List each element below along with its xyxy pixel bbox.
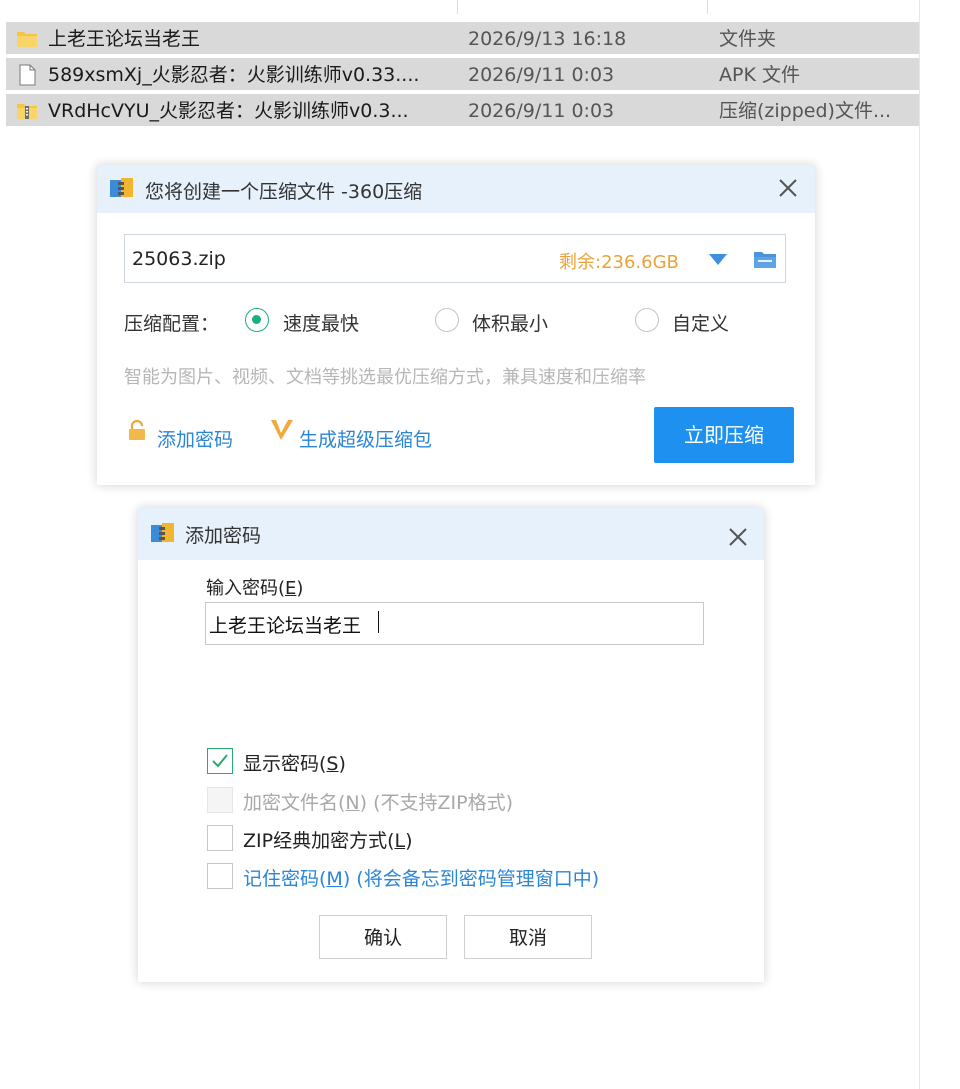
file-date: 2026/9/11 0:03 <box>468 64 615 86</box>
radio-custom[interactable] <box>635 308 659 332</box>
dialog-titlebar[interactable]: 您将创建一个压缩文件 -360压缩 <box>97 165 815 213</box>
encrypt-filenames-checkbox[interactable] <box>207 787 233 813</box>
show-password-checkbox[interactable] <box>207 748 233 774</box>
encrypt-filenames-label: 加密文件名(N) (不支持ZIP格式) <box>243 792 513 814</box>
radio-smallest-label[interactable]: 体积最小 <box>472 309 548 336</box>
text-caret <box>378 611 379 633</box>
compress-hint: 智能为图片、视频、文档等挑选最优压缩方式，兼具速度和压缩率 <box>124 367 646 388</box>
password-label: 输入密码(E) <box>206 578 304 599</box>
file-type: 文件夹 <box>719 28 777 50</box>
file-list: 上老王论坛当老王 2026/9/13 16:18 文件夹 589xsmXj_火影… <box>6 0 919 133</box>
file-row-zip[interactable]: VRdHcVYU_火影忍者：火影训练师v0.3... 2026/9/11 0:0… <box>6 94 919 128</box>
close-icon[interactable] <box>726 525 750 549</box>
file-row-apk[interactable]: 589xsmXj_火影忍者：火影训练师v0.33.... 2026/9/11 0… <box>6 58 919 92</box>
lock-icon[interactable] <box>126 419 148 441</box>
archive-name-value[interactable]: 25063.zip <box>132 248 226 270</box>
cancel-button[interactable]: 取消 <box>464 915 592 959</box>
show-password-label[interactable]: 显示密码(S) <box>243 749 346 776</box>
remember-password-checkbox[interactable] <box>207 863 233 889</box>
file-type: APK 文件 <box>719 64 800 86</box>
window-edge <box>919 0 920 1089</box>
close-icon[interactable] <box>776 176 800 200</box>
column-separator[interactable] <box>707 0 708 14</box>
column-header-area <box>6 0 919 22</box>
archive-name-field[interactable]: 25063.zip 剩余:236.6GB <box>124 234 786 283</box>
column-separator[interactable] <box>457 0 458 14</box>
file-icon <box>19 64 36 86</box>
browse-folder-icon[interactable] <box>752 247 778 271</box>
remember-password-label[interactable]: 记住密码(M) (将会备忘到密码管理窗口中) <box>243 864 599 891</box>
file-row-folder[interactable]: 上老王论坛当老王 2026/9/13 16:18 文件夹 <box>6 22 919 56</box>
zip-classic-encryption-label[interactable]: ZIP经典加密方式(L) <box>243 826 413 853</box>
file-name: VRdHcVYU_火影忍者：火影训练师v0.3... <box>48 100 409 122</box>
dialog-titlebar[interactable]: 添加密码 <box>138 508 764 560</box>
zip-classic-encryption-checkbox[interactable] <box>207 825 233 851</box>
compress-config-label: 压缩配置： <box>124 313 220 335</box>
super-pack-link[interactable]: 生成超级压缩包 <box>299 425 432 452</box>
radio-fastest[interactable] <box>245 308 269 332</box>
compress-now-button[interactable]: 立即压缩 <box>654 407 794 463</box>
folder-icon <box>17 32 37 47</box>
app-icon <box>110 178 133 197</box>
file-type: 压缩(zipped)文件... <box>719 100 892 122</box>
dialog-title: 添加密码 <box>185 525 262 547</box>
radio-fastest-label[interactable]: 速度最快 <box>283 309 359 336</box>
file-date: 2026/9/13 16:18 <box>468 28 627 50</box>
chevron-down-icon[interactable] <box>709 254 727 265</box>
password-value: 上老王论坛当老王 <box>209 615 362 637</box>
dialog-title: 您将创建一个压缩文件 -360压缩 <box>145 181 423 203</box>
file-name: 589xsmXj_火影忍者：火影训练师v0.33.... <box>48 64 420 86</box>
app-icon <box>151 523 174 542</box>
free-space-label: 剩余:236.6GB <box>559 252 679 273</box>
file-name: 上老王论坛当老王 <box>48 28 201 50</box>
file-date: 2026/9/11 0:03 <box>468 100 615 122</box>
zip-folder-icon <box>17 104 37 119</box>
add-password-link[interactable]: 添加密码 <box>157 425 233 452</box>
vip-v-icon <box>271 420 293 440</box>
password-dialog: 添加密码 输入密码(E) 上老王论坛当老王 显示密码(S) 加密文件名(N) (… <box>138 508 764 982</box>
password-input[interactable]: 上老王论坛当老王 <box>205 602 704 645</box>
radio-custom-label[interactable]: 自定义 <box>672 309 729 336</box>
checkmark-icon <box>212 754 228 768</box>
radio-smallest[interactable] <box>435 308 459 332</box>
confirm-button[interactable]: 确认 <box>319 915 447 959</box>
compress-dialog: 您将创建一个压缩文件 -360压缩 25063.zip 剩余:236.6GB 压… <box>97 165 815 485</box>
